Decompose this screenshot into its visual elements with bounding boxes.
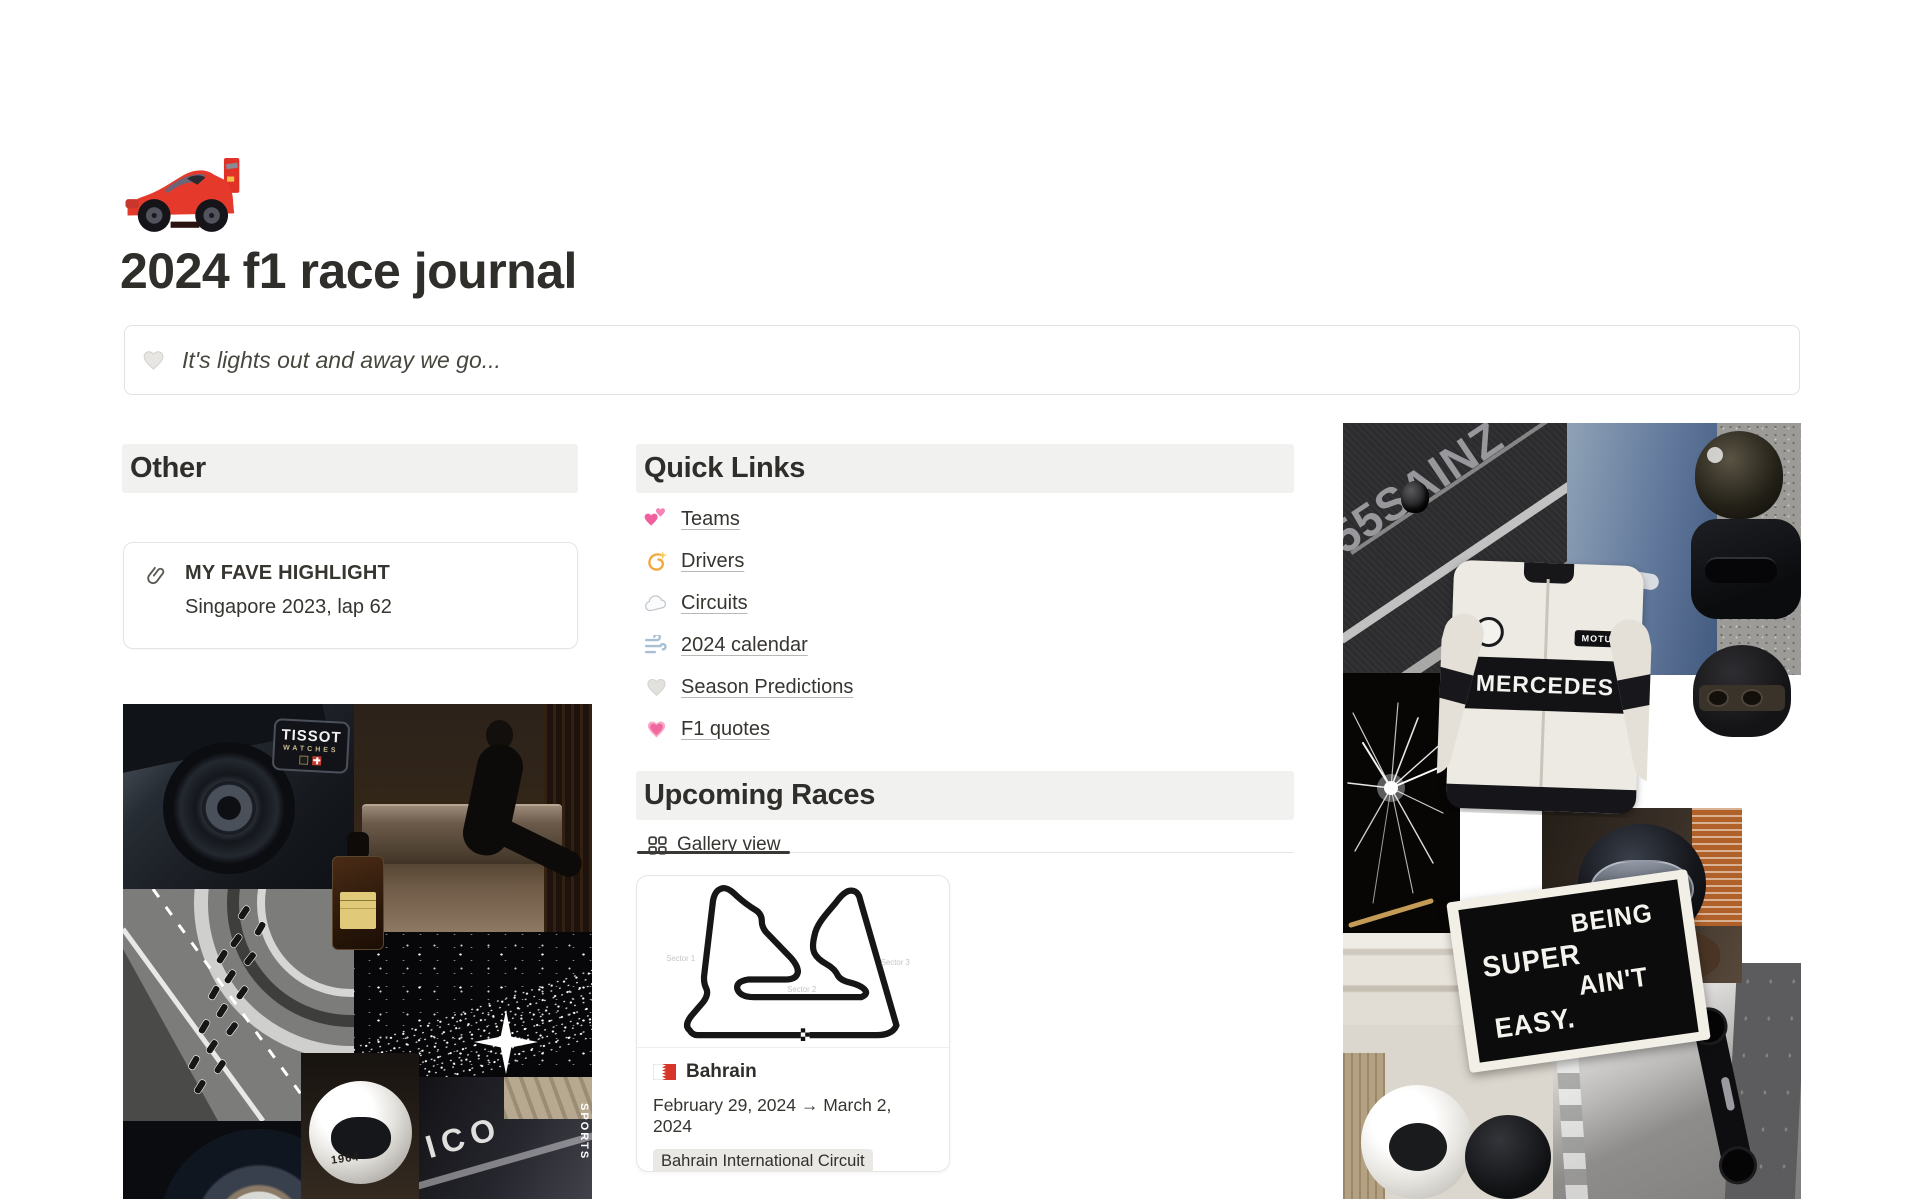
white-helmet-shape [1361, 1085, 1473, 1199]
revolving-hearts-icon [644, 507, 668, 531]
link-drivers-label: Drivers [681, 550, 744, 573]
cloud-icon [644, 591, 668, 615]
moodboard-image-left[interactable]: TISSOT WATCHES [123, 704, 592, 1199]
dizzy-icon [644, 549, 668, 573]
link-teams[interactable]: Teams [636, 505, 1294, 533]
quick-links-list: Teams Drivers Circuits [636, 505, 1294, 757]
racing-car-icon[interactable] [125, 156, 247, 236]
tissot-logo-icon [299, 755, 308, 764]
link-circuits-label: Circuits [681, 592, 748, 615]
racing-car-graphic [125, 156, 247, 236]
swiss-cross-icon [312, 756, 321, 765]
heading-other[interactable]: Other [122, 444, 578, 493]
callout-text: It's lights out and away we go... [182, 347, 501, 374]
white-heart-icon [644, 675, 668, 699]
sector-3-label: Sector 3 [881, 958, 910, 967]
collage-tile-racing-jacket: ICO SPORTS [419, 1077, 592, 1199]
sign-board: BEING SUPER AIN'T EASY. [1458, 879, 1698, 1062]
link-f1-quotes-label: F1 quotes [681, 718, 770, 741]
collage-tile-vintage-helmet: 1964 [301, 1053, 419, 1199]
sparkle-star-icon [474, 1010, 538, 1074]
fave-card-subtitle: Singapore 2023, lap 62 [185, 596, 392, 619]
small-helmet-shape [1401, 481, 1429, 513]
active-tab-underline [637, 851, 790, 854]
perfume-bottle-shape [332, 832, 384, 950]
link-season-predictions-label: Season Predictions [681, 676, 853, 699]
jacket-letters-text: ICO [421, 1109, 506, 1166]
dash-icon [644, 633, 668, 657]
collage-tile-tire [123, 1121, 301, 1199]
link-season-predictions[interactable]: Season Predictions [636, 673, 1294, 701]
heading-quick-links-label: Quick Links [644, 452, 805, 485]
sector-1-label: Sector 1 [666, 954, 695, 963]
fave-highlight-card[interactable]: MY FAVE HIGHLIGHT Singapore 2023, lap 62 [123, 542, 578, 649]
race-card-info: Bahrain February 29, 2024 → March 2, 202… [637, 1048, 949, 1172]
collage-tile-tissot-car: TISSOT WATCHES [123, 704, 354, 889]
heading-other-label: Other [130, 452, 206, 485]
circuit-tag: Bahrain International Circuit [653, 1149, 873, 1172]
link-f1-quotes[interactable]: F1 quotes [636, 715, 1294, 743]
collage-tile-woman [354, 704, 592, 932]
mercedes-text: MERCEDES [1475, 669, 1614, 701]
link-circuits[interactable]: Circuits [636, 589, 1294, 617]
collage-tile-mercedes-jacket: MOTUL MERCEDES [1436, 551, 1655, 818]
road-paint-text: 55SAINZ [1343, 423, 1567, 564]
moodboard-image-right[interactable]: 55SAINZ MOTUL MERCEDES [1343, 423, 1801, 1199]
link-drivers[interactable]: Drivers [636, 547, 1294, 575]
fave-card-title: MY FAVE HIGHLIGHT [185, 562, 392, 585]
link-teams-label: Teams [681, 508, 740, 531]
mercedes-band: MERCEDES [1449, 656, 1641, 715]
bahrain-circuit-graphic: Sector 1 Sector 2 Sector 3 [645, 881, 943, 1041]
collage-tile-sign: BEING SUPER AIN'T EASY. [1446, 869, 1711, 1073]
black-helmet-shape [1465, 1115, 1551, 1199]
helmet-open-face-shape [1695, 431, 1783, 519]
race-date-range: February 29, 2024 → March 2, 2024 [653, 1095, 933, 1137]
heading-upcoming-races[interactable]: Upcoming Races [636, 771, 1294, 820]
heading-quick-links[interactable]: Quick Links [636, 444, 1294, 493]
helmet-full-face-shape [1691, 519, 1801, 619]
tissot-plate: TISSOT WATCHES [272, 718, 351, 774]
white-heart-icon [140, 348, 167, 373]
heading-upcoming-races-label: Upcoming Races [644, 779, 875, 812]
pink-heart-icon [644, 717, 668, 741]
helmet-goggles-shape [1693, 645, 1791, 737]
link-2024-calendar-label: 2024 calendar [681, 634, 808, 657]
jacket-sports-text: SPORTS [578, 1103, 590, 1160]
link-2024-calendar[interactable]: 2024 calendar [636, 631, 1294, 659]
race-title: Bahrain [686, 1061, 757, 1083]
watches-text: WATCHES [283, 744, 339, 754]
tissot-text: TISSOT [281, 726, 342, 746]
fave-card-texts: MY FAVE HIGHLIGHT Singapore 2023, lap 62 [185, 562, 392, 629]
circuit-map: Sector 1 Sector 2 Sector 3 [637, 876, 949, 1048]
race-card-bahrain[interactable]: Sector 1 Sector 2 Sector 3 Bahrain Febru… [636, 875, 950, 1172]
bahrain-flag-icon [653, 1064, 676, 1080]
callout[interactable]: It's lights out and away we go... [124, 325, 1800, 395]
paperclip-icon [145, 563, 170, 588]
sector-2-label: Sector 2 [787, 985, 816, 994]
start-finish-marker [801, 1028, 810, 1041]
page-title[interactable]: 2024 f1 race journal [120, 242, 577, 300]
